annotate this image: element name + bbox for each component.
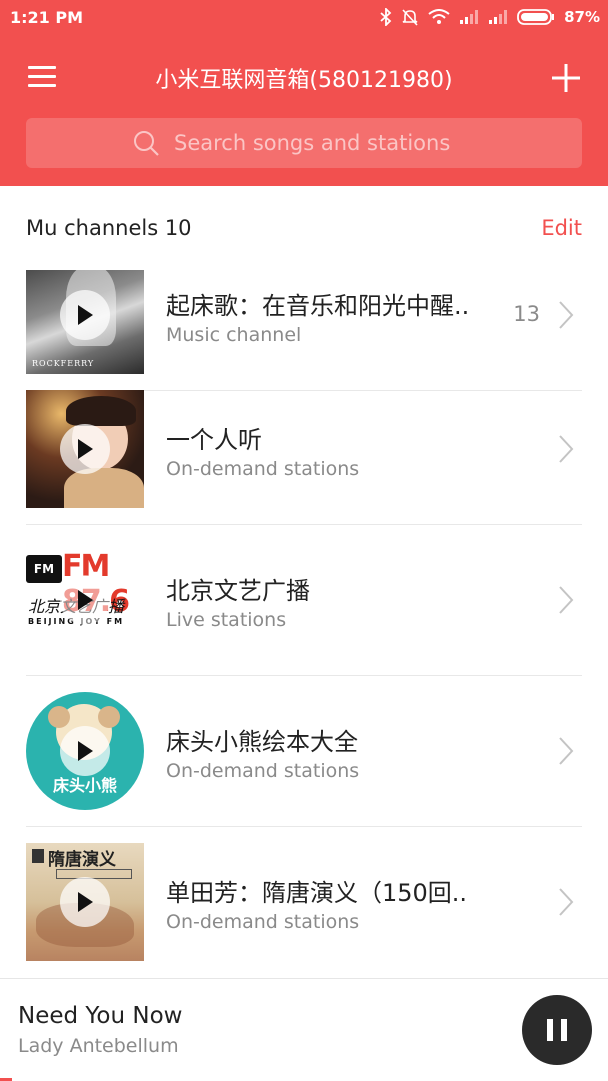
channel-thumbnail: 隋唐演义 bbox=[26, 843, 144, 961]
list-item[interactable]: FM FM 87.6 北京文艺广播 BEIJING JOY FM 北京文艺广播 … bbox=[0, 525, 608, 676]
section-title: Mu channels 10 bbox=[26, 216, 192, 240]
status-time: 1:21 PM bbox=[10, 8, 84, 27]
top-bar: 1:21 PM 87% 小米互联网音箱(580121980) bbox=[0, 0, 608, 186]
pause-button[interactable] bbox=[522, 995, 592, 1065]
now-playing-artist: Lady Antebellum bbox=[18, 1035, 179, 1057]
status-icons: 87% bbox=[380, 7, 600, 27]
search-icon bbox=[134, 131, 159, 156]
list-item[interactable]: 床头小熊 床头小熊绘本大全 On-demand stations bbox=[0, 676, 608, 827]
channel-subtitle: Live stations bbox=[166, 609, 287, 631]
channel-title: 一个人听 bbox=[166, 426, 262, 454]
channel-subtitle: On-demand stations bbox=[166, 458, 360, 480]
channel-thumbnail: 床头小熊 bbox=[26, 692, 144, 810]
chevron-right-icon bbox=[559, 435, 574, 463]
pause-icon bbox=[543, 1019, 571, 1041]
channel-thumbnail bbox=[26, 390, 144, 508]
channel-title: 床头小熊绘本大全 bbox=[166, 728, 358, 756]
play-icon[interactable] bbox=[60, 424, 110, 474]
play-icon[interactable] bbox=[60, 726, 110, 776]
channel-subtitle: Music channel bbox=[166, 324, 302, 346]
list-item[interactable]: ROCKFERRY 起床歌：在音乐和阳光中醒.. Music channel 1… bbox=[0, 270, 608, 391]
mini-player[interactable]: Need You Now Lady Antebellum bbox=[0, 978, 608, 1081]
chevron-right-icon bbox=[559, 586, 574, 614]
thumb-text: 隋唐演义 bbox=[48, 850, 116, 870]
page-title: 小米互联网音箱(580121980) bbox=[155, 68, 453, 93]
add-icon[interactable] bbox=[550, 62, 582, 94]
list-item[interactable]: 一个人听 On-demand stations bbox=[0, 374, 608, 525]
edit-button[interactable]: Edit bbox=[541, 216, 582, 240]
signal-icon-2 bbox=[489, 10, 508, 24]
search-bar[interactable] bbox=[26, 118, 582, 168]
channel-title: 单田芳：隋唐演义（150回.. bbox=[166, 879, 468, 907]
thumb-text: ROCKFERRY bbox=[32, 359, 95, 368]
wifi-icon bbox=[428, 9, 450, 24]
play-icon[interactable] bbox=[60, 877, 110, 927]
chevron-right-icon bbox=[559, 301, 574, 329]
play-icon[interactable] bbox=[60, 290, 110, 340]
channel-title: 起床歌：在音乐和阳光中醒.. bbox=[166, 292, 470, 320]
status-bar: 1:21 PM 87% bbox=[0, 0, 608, 34]
bluetooth-icon bbox=[380, 8, 392, 26]
channel-list: ROCKFERRY 起床歌：在音乐和阳光中醒.. Music channel 1… bbox=[0, 270, 608, 980]
channel-subtitle: On-demand stations bbox=[166, 760, 360, 782]
chevron-right-icon bbox=[559, 737, 574, 765]
nav-row: 小米互联网音箱(580121980) bbox=[0, 52, 608, 104]
mute-bell-icon bbox=[402, 9, 418, 26]
battery-icon bbox=[517, 9, 555, 25]
now-playing-title: Need You Now bbox=[18, 1003, 183, 1029]
channel-subtitle: On-demand stations bbox=[166, 911, 360, 933]
signal-icon bbox=[460, 10, 479, 24]
chevron-right-icon bbox=[559, 888, 574, 916]
play-icon[interactable] bbox=[60, 575, 110, 625]
channel-title: 北京文艺广播 bbox=[166, 577, 310, 605]
channel-thumbnail: FM FM 87.6 北京文艺广播 BEIJING JOY FM bbox=[26, 541, 144, 659]
section-header: Mu channels 10 Edit bbox=[0, 186, 608, 270]
channel-thumbnail: ROCKFERRY bbox=[26, 270, 144, 374]
list-item[interactable]: 隋唐演义 单田芳：隋唐演义（150回.. On-demand stations bbox=[0, 827, 608, 978]
channel-count: 13 bbox=[513, 302, 540, 326]
search-input[interactable] bbox=[172, 130, 476, 156]
battery-percent: 87% bbox=[564, 8, 600, 26]
